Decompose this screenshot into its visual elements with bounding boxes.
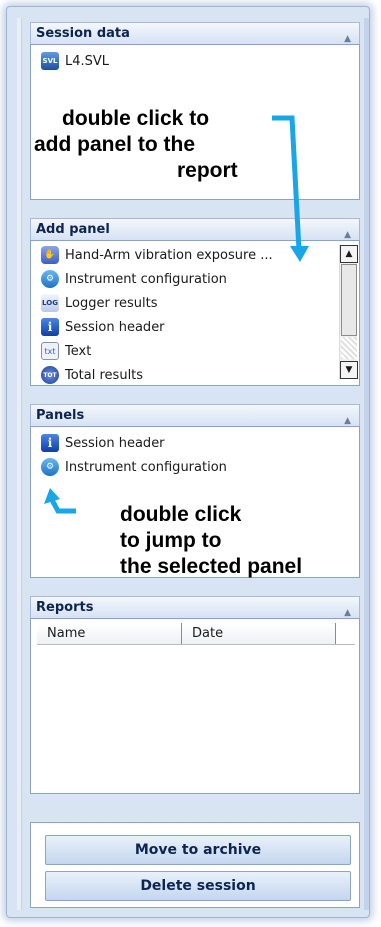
- panel-item-instrument-configuration[interactable]: ⚙ Instrument configuration: [31, 455, 359, 479]
- panel-item-session-header[interactable]: i Session header: [31, 431, 359, 455]
- scroll-track[interactable]: [341, 337, 357, 359]
- actions-area: Move to archive Delete session: [30, 822, 360, 908]
- list-item-label: Text: [65, 343, 92, 359]
- panels-header[interactable]: Panels ▲: [30, 404, 360, 426]
- add-panel-title: Add panel: [36, 222, 110, 237]
- add-item-total-results[interactable]: TOT Total results: [31, 363, 359, 387]
- add-panel-header[interactable]: Add panel ▲: [30, 218, 360, 240]
- list-item-label: Hand-Arm vibration exposure ...: [65, 247, 273, 263]
- list-item-label: Logger results: [65, 295, 158, 311]
- wrench-icon: ⚙: [41, 270, 59, 288]
- scroll-thumb[interactable]: [341, 264, 357, 336]
- info-icon: i: [41, 318, 59, 336]
- reports-title: Reports: [36, 600, 94, 615]
- list-item-label: Instrument configuration: [65, 459, 227, 475]
- add-panel-panel: Add panel ▲ ✋ Hand-Arm vibration exposur…: [30, 218, 360, 386]
- add-item-session-header[interactable]: i Session header: [31, 315, 359, 339]
- add-item-instrument-configuration[interactable]: ⚙ Instrument configuration: [31, 267, 359, 291]
- list-item-label: Session header: [65, 319, 165, 335]
- reports-list: Name Date: [30, 618, 360, 794]
- log-icon: LOG: [41, 294, 59, 312]
- list-item-label: Session header: [65, 435, 165, 451]
- column-header-name[interactable]: Name: [37, 623, 182, 644]
- annotation-jump-line3: the selected panel: [120, 555, 303, 578]
- hand-icon: ✋: [41, 246, 59, 264]
- delete-session-button[interactable]: Delete session: [45, 871, 351, 901]
- wrench-icon: ⚙: [41, 458, 59, 476]
- reports-table-header: Name Date: [37, 623, 355, 645]
- info-icon: i: [41, 434, 59, 452]
- scroll-down-icon[interactable]: ▼: [340, 361, 358, 379]
- annotation-add-line1: double click to: [62, 107, 210, 130]
- tot-icon: TOT: [41, 366, 59, 384]
- annotation-jump-line1: double click: [120, 503, 242, 526]
- session-file-item[interactable]: SVL L4.SVL: [31, 49, 359, 73]
- session-file-label: L4.SVL: [65, 53, 110, 69]
- reports-panel: Reports ▲ Name Date: [30, 596, 360, 794]
- reports-header[interactable]: Reports ▲: [30, 596, 360, 618]
- scroll-up-icon[interactable]: ▲: [340, 245, 358, 263]
- panels-title: Panels: [36, 408, 85, 423]
- pane-splitter[interactable]: [364, 18, 369, 910]
- txt-icon: txt: [41, 342, 59, 360]
- list-item-label: Instrument configuration: [65, 271, 227, 287]
- annotation-add-line2: add panel to the: [34, 133, 196, 156]
- svl-file-icon: SVL: [41, 52, 59, 70]
- add-panel-scrollbar[interactable]: ▲ ▼: [339, 245, 358, 379]
- session-data-title: Session data: [36, 26, 130, 41]
- add-panel-list: ✋ Hand-Arm vibration exposure ... ⚙ Inst…: [30, 240, 360, 386]
- add-item-logger-results[interactable]: LOG Logger results: [31, 291, 359, 315]
- session-data-header[interactable]: Session data ▲: [30, 22, 360, 44]
- add-item-text[interactable]: txt Text: [31, 339, 359, 363]
- add-item-hand-arm[interactable]: ✋ Hand-Arm vibration exposure ...: [31, 243, 359, 267]
- pane-gutter: [17, 18, 22, 910]
- annotation-add-line3: report: [177, 159, 238, 182]
- move-to-archive-button[interactable]: Move to archive: [45, 835, 351, 865]
- list-item-label: Total results: [65, 367, 144, 383]
- column-header-date[interactable]: Date: [182, 623, 336, 644]
- annotation-jump-line2: to jump to: [120, 529, 222, 552]
